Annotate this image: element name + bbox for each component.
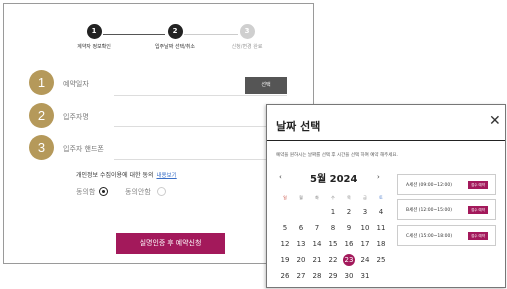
weekday-label: 목 xyxy=(347,195,351,200)
calendar-day[interactable]: 29 xyxy=(326,270,340,283)
calendar-day[interactable]: 11 xyxy=(374,222,388,235)
step-3: 3 신청/변경 완료 xyxy=(214,24,280,50)
prev-month-icon[interactable]: ‹ xyxy=(279,173,282,181)
time-slot: B세션 (12:00~15:00) 접수 예약 xyxy=(397,199,496,220)
calendar-day[interactable]: 9 xyxy=(342,222,356,235)
calendar-day[interactable]: 16 xyxy=(342,238,356,251)
calendar-day[interactable]: 26 xyxy=(278,270,292,283)
calendar-day[interactable]: 28 xyxy=(310,270,324,283)
step-1-circle: 1 xyxy=(86,24,102,39)
time-slot-label: C세션 (15:00~18:00) xyxy=(406,234,453,239)
time-slot-reserve-button[interactable]: 접수 예약 xyxy=(468,181,488,189)
calendar-day[interactable]: 12 xyxy=(278,238,292,251)
calendar-day[interactable]: 10 xyxy=(358,222,372,235)
modal-divider xyxy=(267,140,505,141)
time-slot-reserve-button[interactable]: 접수 예약 xyxy=(468,206,488,214)
select-date-button[interactable]: 선택 xyxy=(245,77,287,94)
time-slot-label: B세션 (12:00~15:00) xyxy=(406,208,453,213)
time-slot: A세션 (09:00~12:00) 접수 예약 xyxy=(397,174,496,195)
modal-title: 날짜 선택 xyxy=(276,120,321,133)
weekday-label: 화 xyxy=(315,195,319,200)
close-icon[interactable]: ✕ xyxy=(489,114,501,128)
next-month-icon[interactable]: › xyxy=(377,173,380,181)
calendar-day[interactable]: 18 xyxy=(374,238,388,251)
date-picker-modal: 날짜 선택 ✕ 예약을 원하시는 날짜를 선택 후 시간을 선택 하여 예약 해… xyxy=(266,104,506,288)
calendar-day[interactable]: 3 xyxy=(358,206,372,219)
calendar-day[interactable]: 13 xyxy=(294,238,308,251)
weekday-label: 금 xyxy=(363,195,367,200)
step-3-circle: 3 xyxy=(239,24,255,39)
step-2-circle: 2 xyxy=(167,24,183,39)
weekday-label: 수 xyxy=(331,195,335,200)
calendar-day[interactable]: 22 xyxy=(326,254,340,267)
calendar-day[interactable]: 27 xyxy=(294,270,308,283)
calendar-day[interactable]: 21 xyxy=(310,254,324,267)
submit-reservation-button[interactable]: 실명인증 후 예약신청 xyxy=(116,233,225,254)
calendar-day[interactable]: 30 xyxy=(342,270,356,283)
weekday-label: 월 xyxy=(299,195,303,200)
field-number-badge-3: 3 xyxy=(29,135,54,160)
resident-phone-field[interactable] xyxy=(114,159,287,160)
step-2: 2 입주날짜 선택/취소 xyxy=(140,24,210,50)
agree-radio[interactable] xyxy=(99,187,108,196)
calendar-day-selected[interactable]: 23 xyxy=(342,254,356,267)
calendar-day[interactable]: 8 xyxy=(326,222,340,235)
calendar-day[interactable]: 7 xyxy=(310,222,324,235)
resident-phone-label: 입주자 핸드폰 xyxy=(63,145,104,153)
agree-label: 동의함 xyxy=(76,188,96,196)
calendar-day[interactable]: 6 xyxy=(294,222,308,235)
resident-name-field[interactable] xyxy=(114,126,287,127)
disagree-label: 동의안함 xyxy=(125,188,151,196)
calendar-day[interactable]: 25 xyxy=(374,254,388,267)
calendar-day[interactable]: 15 xyxy=(326,238,340,251)
privacy-consent-link[interactable]: 내용보기 xyxy=(156,173,176,179)
calendar-day[interactable]: 31 xyxy=(358,270,372,283)
resident-name-label: 입주자명 xyxy=(63,113,89,121)
time-slot-reserve-button[interactable]: 접수 예약 xyxy=(468,232,488,240)
calendar-day[interactable]: 1 xyxy=(326,206,340,219)
reservation-date-label: 예약일자 xyxy=(63,80,89,88)
calendar-day[interactable]: 17 xyxy=(358,238,372,251)
step-3-label: 신청/변경 완료 xyxy=(231,44,263,50)
reservation-date-field[interactable] xyxy=(114,95,287,96)
calendar-day[interactable]: 20 xyxy=(294,254,308,267)
calendar-day[interactable]: 5 xyxy=(278,222,292,235)
calendar-day[interactable]: 4 xyxy=(374,206,388,219)
field-number-badge-2: 2 xyxy=(29,103,54,128)
weekday-label: 일 xyxy=(283,195,287,200)
disagree-radio[interactable] xyxy=(157,187,166,196)
time-slot-label: A세션 (09:00~12:00) xyxy=(406,183,453,188)
agree-radio-dot xyxy=(101,189,105,193)
calendar-month-label: 5월 2024 xyxy=(310,174,358,185)
time-slot: C세션 (15:00~18:00) 접수 예약 xyxy=(397,225,496,246)
privacy-consent-text: 개인정보 수집이용에 대한 동의 내용보기 xyxy=(76,170,177,179)
calendar-day[interactable]: 2 xyxy=(342,206,356,219)
calendar-day[interactable]: 24 xyxy=(358,254,372,267)
calendar-day[interactable]: 19 xyxy=(278,254,292,267)
modal-description: 예약을 원하시는 날짜를 선택 후 시간을 선택 하여 예약 해주세요. xyxy=(276,153,398,158)
privacy-consent-label: 개인정보 수집이용에 대한 동의 xyxy=(76,172,154,179)
calendar-day[interactable]: 14 xyxy=(310,238,324,251)
step-1: 1 계약자 정보확인 xyxy=(64,24,124,50)
field-number-badge-1: 1 xyxy=(29,70,54,95)
weekday-label: 토 xyxy=(379,195,383,200)
step-1-label: 계약자 정보확인 xyxy=(77,44,111,50)
step-2-label: 입주날짜 선택/취소 xyxy=(154,44,196,50)
